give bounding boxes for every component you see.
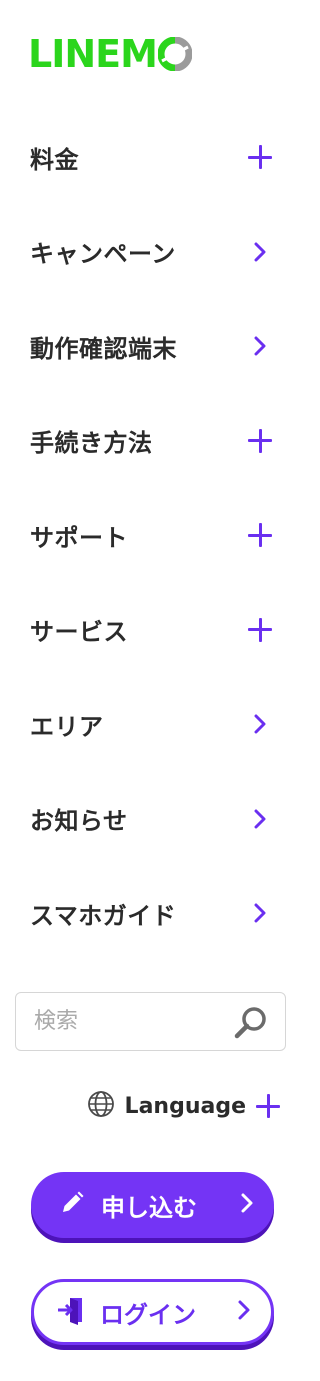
logo-o-mark [157, 37, 192, 71]
menu-item-label: 動作確認端末 [30, 334, 177, 363]
menu-item-devices[interactable]: 動作確認端末 [0, 299, 300, 394]
menu-item-label: エリア [30, 712, 104, 741]
chevron-right-icon [237, 1299, 251, 1325]
apply-button-label: 申し込む [101, 1193, 197, 1222]
plus-icon [256, 1094, 280, 1118]
menu-item-label: サービス [30, 618, 128, 647]
menu-item-label: 料金 [30, 145, 79, 174]
search-box [15, 992, 286, 1051]
chevron-right-icon [248, 334, 272, 358]
menu-item-services[interactable]: サービス [0, 583, 300, 678]
chevron-right-icon [248, 712, 272, 736]
chevron-right-icon [248, 240, 272, 264]
search-icon[interactable] [233, 1005, 269, 1041]
search-input[interactable] [34, 1009, 224, 1034]
linemo-logo[interactable]: LINEM [28, 34, 192, 74]
plus-icon [248, 145, 272, 170]
menu-item-label: 手続き方法 [30, 429, 153, 458]
menu-item-news[interactable]: お知らせ [0, 772, 300, 867]
logo-text: LINEM [28, 32, 158, 76]
menu-item-label: キャンペーン [30, 240, 176, 269]
chevron-right-icon [248, 807, 272, 831]
menu-item-label: サポート [30, 523, 128, 552]
menu-item-pricing[interactable]: 料金 [0, 110, 300, 205]
apply-button[interactable]: 申し込む [31, 1172, 274, 1238]
plus-icon [248, 428, 272, 453]
menu-item-campaign[interactable]: キャンペーン [0, 205, 300, 300]
menu-item-procedures[interactable]: 手続き方法 [0, 394, 300, 489]
plus-icon [248, 617, 272, 642]
menu-item-area[interactable]: エリア [0, 677, 300, 772]
language-label: Language [124, 1093, 246, 1119]
login-button-label: ログイン [100, 1300, 196, 1329]
menu-item-label: お知らせ [30, 807, 128, 836]
login-button[interactable]: ログイン [31, 1279, 274, 1345]
main-menu: 料金 キャンペーン 動作確認端末 手続き方法 サポート サービス エリア お知ら… [0, 110, 300, 961]
pencil-icon [59, 1190, 85, 1220]
chevron-right-icon [248, 901, 272, 925]
menu-item-label: スマホガイド [30, 901, 177, 930]
login-door-icon [56, 1295, 86, 1329]
menu-item-smartphone-guide[interactable]: スマホガイド [0, 866, 300, 961]
menu-item-support[interactable]: サポート [0, 488, 300, 583]
language-selector[interactable]: Language [87, 1086, 280, 1126]
chevron-right-icon [240, 1192, 254, 1218]
globe-icon [87, 1090, 115, 1122]
plus-icon [248, 523, 272, 548]
